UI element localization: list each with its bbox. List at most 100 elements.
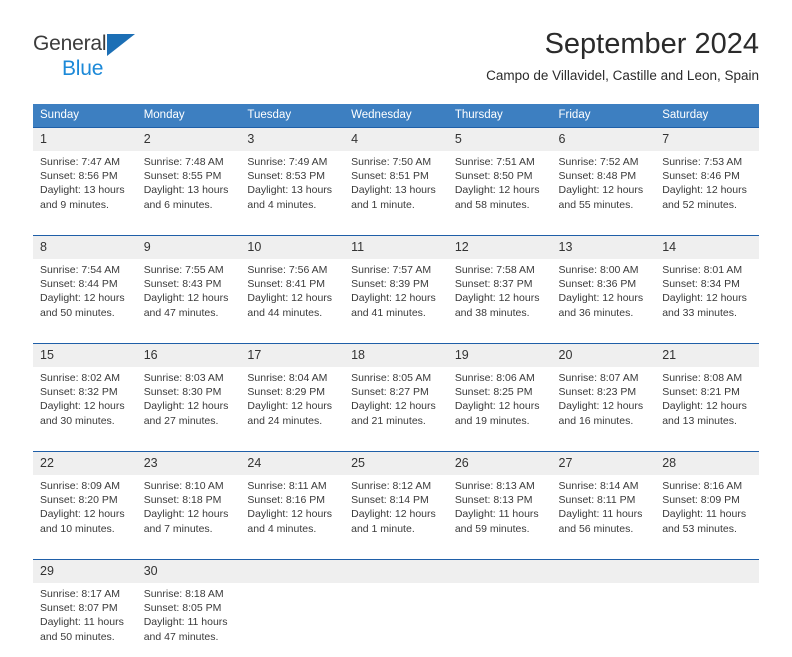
- day-info-cell[interactable]: Sunrise: 8:10 AMSunset: 8:18 PMDaylight:…: [137, 475, 241, 549]
- sunset-text: Sunset: 8:41 PM: [247, 277, 338, 291]
- day-number-cell[interactable]: 7: [655, 128, 759, 151]
- page-title: September 2024: [486, 26, 759, 62]
- day-number-cell[interactable]: [344, 560, 448, 583]
- day-info-cell[interactable]: Sunrise: 8:08 AMSunset: 8:21 PMDaylight:…: [655, 367, 759, 441]
- day-number-cell[interactable]: 26: [448, 452, 552, 475]
- sunrise-text: Sunrise: 8:18 AM: [144, 587, 235, 601]
- daylight-text-line2: and 59 minutes.: [455, 522, 546, 536]
- day-info-cell[interactable]: Sunrise: 8:12 AMSunset: 8:14 PMDaylight:…: [344, 475, 448, 549]
- day-info-cell[interactable]: Sunrise: 8:11 AMSunset: 8:16 PMDaylight:…: [240, 475, 344, 549]
- day-number-cell[interactable]: 23: [137, 452, 241, 475]
- day-info-cell[interactable]: [655, 583, 759, 657]
- day-info-cell[interactable]: Sunrise: 7:51 AMSunset: 8:50 PMDaylight:…: [448, 151, 552, 225]
- daylight-text-line1: Daylight: 13 hours: [144, 183, 235, 197]
- day-info-cell[interactable]: Sunrise: 8:03 AMSunset: 8:30 PMDaylight:…: [137, 367, 241, 441]
- day-info-cell[interactable]: Sunrise: 8:00 AMSunset: 8:36 PMDaylight:…: [552, 259, 656, 333]
- day-info-cell[interactable]: Sunrise: 8:06 AMSunset: 8:25 PMDaylight:…: [448, 367, 552, 441]
- day-number-cell[interactable]: 14: [655, 236, 759, 259]
- day-info-cell[interactable]: Sunrise: 8:17 AMSunset: 8:07 PMDaylight:…: [33, 583, 137, 657]
- day-info-cell[interactable]: Sunrise: 7:54 AMSunset: 8:44 PMDaylight:…: [33, 259, 137, 333]
- sunrise-text: Sunrise: 8:11 AM: [247, 479, 338, 493]
- sunset-text: Sunset: 8:11 PM: [559, 493, 650, 507]
- day-info-cell[interactable]: Sunrise: 7:53 AMSunset: 8:46 PMDaylight:…: [655, 151, 759, 225]
- day-number-cell[interactable]: 2: [137, 128, 241, 151]
- day-number-cell[interactable]: 16: [137, 344, 241, 367]
- daylight-text-line2: and 27 minutes.: [144, 414, 235, 428]
- day-number-cell[interactable]: [552, 560, 656, 583]
- day-number-cell[interactable]: 27: [552, 452, 656, 475]
- day-info-cell[interactable]: [240, 583, 344, 657]
- sunrise-text: Sunrise: 7:56 AM: [247, 263, 338, 277]
- day-number-cell[interactable]: 4: [344, 128, 448, 151]
- daylight-text-line2: and 38 minutes.: [455, 306, 546, 320]
- sunset-text: Sunset: 8:09 PM: [662, 493, 753, 507]
- week-spacer: [33, 441, 759, 452]
- day-info-cell[interactable]: [344, 583, 448, 657]
- day-info-cell[interactable]: [448, 583, 552, 657]
- day-info-cell[interactable]: Sunrise: 8:02 AMSunset: 8:32 PMDaylight:…: [33, 367, 137, 441]
- day-info-cell[interactable]: Sunrise: 7:56 AMSunset: 8:41 PMDaylight:…: [240, 259, 344, 333]
- day-info-cell[interactable]: Sunrise: 8:18 AMSunset: 8:05 PMDaylight:…: [137, 583, 241, 657]
- day-info-cell[interactable]: Sunrise: 7:47 AMSunset: 8:56 PMDaylight:…: [33, 151, 137, 225]
- day-number-cell[interactable]: 19: [448, 344, 552, 367]
- weekday-header-saturday: Saturday: [655, 104, 759, 128]
- week-info-row: Sunrise: 8:02 AMSunset: 8:32 PMDaylight:…: [33, 367, 759, 441]
- day-number-cell[interactable]: [448, 560, 552, 583]
- day-info-cell[interactable]: Sunrise: 8:05 AMSunset: 8:27 PMDaylight:…: [344, 367, 448, 441]
- day-info-cell[interactable]: Sunrise: 7:58 AMSunset: 8:37 PMDaylight:…: [448, 259, 552, 333]
- day-number-cell[interactable]: [655, 560, 759, 583]
- sunset-text: Sunset: 8:05 PM: [144, 601, 235, 615]
- day-number-cell[interactable]: 12: [448, 236, 552, 259]
- day-number-cell[interactable]: 29: [33, 560, 137, 583]
- day-info-cell[interactable]: Sunrise: 8:09 AMSunset: 8:20 PMDaylight:…: [33, 475, 137, 549]
- sunrise-text: Sunrise: 8:05 AM: [351, 371, 442, 385]
- day-number-cell[interactable]: 22: [33, 452, 137, 475]
- day-info-cell[interactable]: Sunrise: 8:14 AMSunset: 8:11 PMDaylight:…: [552, 475, 656, 549]
- day-info-cell[interactable]: [552, 583, 656, 657]
- sunrise-text: Sunrise: 7:53 AM: [662, 155, 753, 169]
- day-number-cell[interactable]: [240, 560, 344, 583]
- sunset-text: Sunset: 8:34 PM: [662, 277, 753, 291]
- sunset-text: Sunset: 8:07 PM: [40, 601, 131, 615]
- sunset-text: Sunset: 8:30 PM: [144, 385, 235, 399]
- day-number-cell[interactable]: 1: [33, 128, 137, 151]
- day-number-cell[interactable]: 13: [552, 236, 656, 259]
- day-info-cell[interactable]: Sunrise: 7:49 AMSunset: 8:53 PMDaylight:…: [240, 151, 344, 225]
- day-number-cell[interactable]: 11: [344, 236, 448, 259]
- sunrise-text: Sunrise: 7:49 AM: [247, 155, 338, 169]
- day-number-cell[interactable]: 9: [137, 236, 241, 259]
- day-number-cell[interactable]: 20: [552, 344, 656, 367]
- day-info-cell[interactable]: Sunrise: 7:52 AMSunset: 8:48 PMDaylight:…: [552, 151, 656, 225]
- day-number-cell[interactable]: 25: [344, 452, 448, 475]
- day-info-cell[interactable]: Sunrise: 8:07 AMSunset: 8:23 PMDaylight:…: [552, 367, 656, 441]
- day-info-cell[interactable]: Sunrise: 7:50 AMSunset: 8:51 PMDaylight:…: [344, 151, 448, 225]
- day-info-cell[interactable]: Sunrise: 8:04 AMSunset: 8:29 PMDaylight:…: [240, 367, 344, 441]
- day-info-cell[interactable]: Sunrise: 8:13 AMSunset: 8:13 PMDaylight:…: [448, 475, 552, 549]
- daylight-text-line1: Daylight: 12 hours: [144, 399, 235, 413]
- week-spacer: [33, 225, 759, 236]
- day-number-cell[interactable]: 5: [448, 128, 552, 151]
- day-number-cell[interactable]: 30: [137, 560, 241, 583]
- day-number-cell[interactable]: 10: [240, 236, 344, 259]
- calendar-header-row: Sunday Monday Tuesday Wednesday Thursday…: [33, 104, 759, 128]
- week-daynumber-row: 1234567: [33, 128, 759, 151]
- day-info-cell[interactable]: Sunrise: 8:01 AMSunset: 8:34 PMDaylight:…: [655, 259, 759, 333]
- day-info-cell[interactable]: Sunrise: 7:48 AMSunset: 8:55 PMDaylight:…: [137, 151, 241, 225]
- day-info-cell[interactable]: Sunrise: 8:16 AMSunset: 8:09 PMDaylight:…: [655, 475, 759, 549]
- day-number-cell[interactable]: 6: [552, 128, 656, 151]
- day-number-cell[interactable]: 15: [33, 344, 137, 367]
- week-spacer-cell: [33, 549, 759, 560]
- day-number-cell[interactable]: 17: [240, 344, 344, 367]
- day-number-cell[interactable]: 18: [344, 344, 448, 367]
- day-info-cell[interactable]: Sunrise: 7:57 AMSunset: 8:39 PMDaylight:…: [344, 259, 448, 333]
- day-number-cell[interactable]: 28: [655, 452, 759, 475]
- day-info-cell[interactable]: Sunrise: 7:55 AMSunset: 8:43 PMDaylight:…: [137, 259, 241, 333]
- day-number-cell[interactable]: 3: [240, 128, 344, 151]
- daylight-text-line2: and 55 minutes.: [559, 198, 650, 212]
- day-number-cell[interactable]: 8: [33, 236, 137, 259]
- generalblue-logo[interactable]: General Blue: [33, 32, 163, 88]
- day-number-cell[interactable]: 21: [655, 344, 759, 367]
- sunrise-text: Sunrise: 8:06 AM: [455, 371, 546, 385]
- sunrise-text: Sunrise: 8:02 AM: [40, 371, 131, 385]
- day-number-cell[interactable]: 24: [240, 452, 344, 475]
